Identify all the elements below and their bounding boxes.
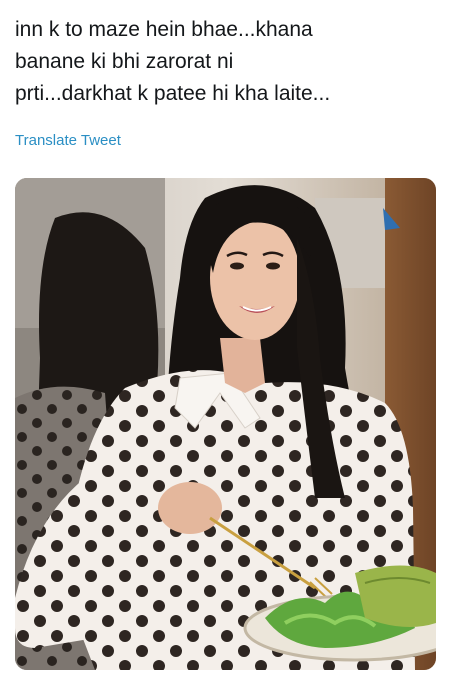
tweet-photo[interactable] [15, 178, 436, 670]
photo-illustration [15, 178, 436, 670]
translate-tweet-link[interactable]: Translate Tweet [15, 132, 121, 149]
tweet-text: inn k to maze hein bhae...khana banane k… [15, 18, 331, 105]
